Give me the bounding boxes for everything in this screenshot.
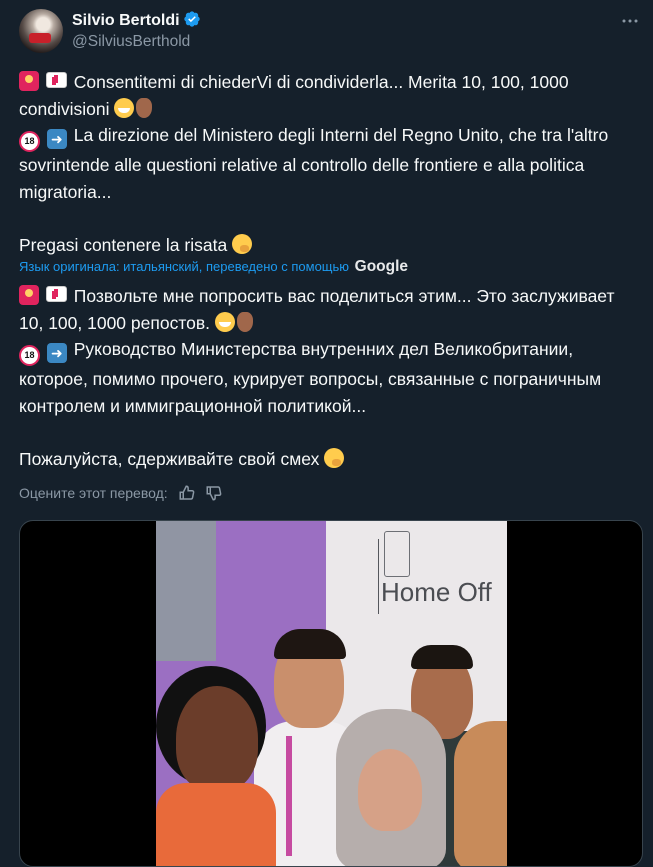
giggle-emoji xyxy=(324,447,345,468)
original-line-2: La direzione del Ministero degli Interni… xyxy=(19,125,609,202)
thumbs-down-icon[interactable] xyxy=(205,484,223,502)
rate-translation: Оцените этот перевод: xyxy=(19,484,223,502)
translated-text: Позвольте мне попросить вас поделиться э… xyxy=(19,283,643,472)
translation-label: Язык оригинала: итальянский, переведено … xyxy=(19,258,408,276)
avatar[interactable] xyxy=(19,9,63,53)
tweet: Silvio Bertoldi @SilviusBerthold Consent… xyxy=(0,0,653,867)
crest-icon xyxy=(384,531,410,577)
person-1-body xyxy=(156,783,276,866)
no-under-18-emoji: 18 xyxy=(19,131,40,152)
grinning-emoji xyxy=(214,311,235,332)
pointing-down-hand-emoji xyxy=(136,97,153,118)
thumbs-up-icon[interactable] xyxy=(178,484,196,502)
siren-emoji xyxy=(19,71,39,91)
right-arrow-emoji: ➜ xyxy=(46,343,67,363)
sign-text: Home Off xyxy=(381,577,492,607)
ambulance-emoji xyxy=(45,72,67,88)
verified-badge-icon xyxy=(183,11,200,27)
original-line-1: Consentitemi di chiederVi di condividerl… xyxy=(19,72,569,119)
right-arrow-emoji: ➜ xyxy=(46,129,67,149)
more-icon[interactable] xyxy=(621,12,639,30)
person-4-face xyxy=(358,749,422,831)
author-handle[interactable]: @SilviusBerthold xyxy=(72,33,190,51)
translation-label-text: Язык оригинала: итальянский, переведено … xyxy=(19,259,350,274)
rate-label: Оцените этот перевод: xyxy=(19,485,168,501)
no-under-18-emoji: 18 xyxy=(19,345,40,366)
original-text: Consentitemi di chiederVi di condividerl… xyxy=(19,69,643,258)
person-1-face xyxy=(176,686,258,791)
siren-emoji xyxy=(19,285,39,305)
pointing-down-hand-emoji xyxy=(236,311,253,332)
grey-panel xyxy=(156,521,216,661)
video-frame[interactable]: Home Off xyxy=(156,521,507,866)
sign-divider xyxy=(378,539,379,614)
person-5-scarf xyxy=(454,721,507,866)
ambulance-emoji xyxy=(45,286,67,302)
translation-line-3: Пожалуйста, сдерживайте свой смех xyxy=(19,448,320,469)
author-name-text[interactable]: Silvio Bertoldi xyxy=(72,12,180,29)
person-3-hair xyxy=(411,645,473,669)
original-line-3: Pregasi contenere la risata xyxy=(19,234,228,255)
author-name[interactable]: Silvio Bertoldi xyxy=(72,10,201,30)
google-logo[interactable]: Google xyxy=(355,258,408,275)
translation-line-1: Позвольте мне попросить вас поделиться э… xyxy=(19,286,615,333)
giggle-emoji xyxy=(232,233,253,254)
translation-line-2: Руководство Министерства внутренних дел … xyxy=(19,339,602,416)
person-2-hair xyxy=(274,629,346,659)
lanyard xyxy=(286,736,292,856)
grinning-emoji xyxy=(114,97,135,118)
video-player[interactable]: Home Off xyxy=(19,520,643,867)
